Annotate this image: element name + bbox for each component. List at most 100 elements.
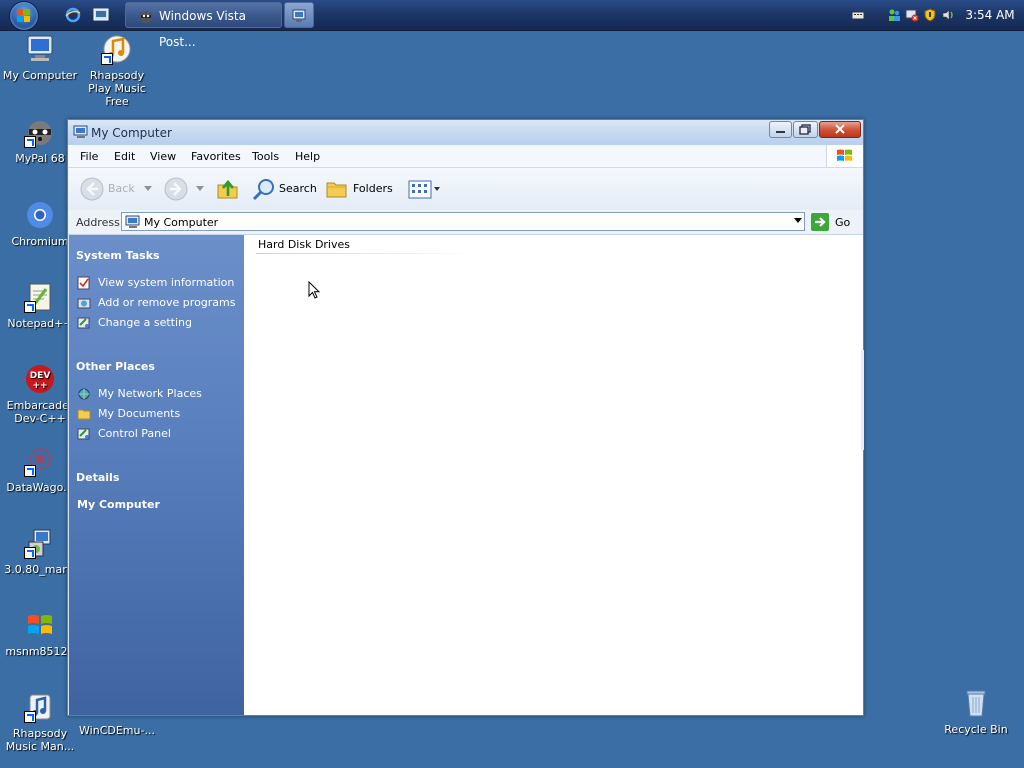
system-info-icon (77, 276, 90, 290)
menu-bar: File Edit View Favorites Tools Help (68, 145, 863, 168)
restore-icon (799, 124, 811, 135)
desktop-icon-label: DataWago... (6, 481, 74, 494)
taskbar: Windows Vista Post... 3:54 AM (0, 0, 1024, 49)
go-arrow-icon (811, 213, 829, 231)
internet-explorer-icon[interactable] (65, 7, 81, 23)
task-pane: System Tasks View system information Add… (69, 235, 244, 715)
chevron-down-icon (144, 186, 152, 191)
menu-view[interactable]: View (150, 150, 176, 163)
other-places-header[interactable]: Other Places (76, 360, 155, 373)
minimize-icon (776, 131, 785, 133)
svg-text:++: ++ (32, 381, 47, 391)
windows-flag-icon (837, 149, 852, 161)
svg-text:DEV: DEV (30, 371, 51, 381)
window-titlebar[interactable]: My Computer (68, 120, 863, 145)
recycle-bin-icon (966, 690, 986, 717)
desktop-icon-rhapsody-play[interactable]: Rhapsody Play Music Free (77, 33, 157, 108)
chevron-down-icon (196, 186, 204, 191)
computer-icon (73, 125, 88, 138)
group-heading-hard-disk-drives: Hard Disk Drives (258, 238, 351, 251)
link-label: My Network Places (98, 387, 202, 400)
restore-button[interactable] (793, 121, 818, 138)
taskbar-button-label: Windows Vista Post... (159, 9, 246, 49)
folder-icon (77, 409, 91, 420)
desktop-icon-label: Recycle Bin (944, 723, 1008, 736)
toolbar: Back Search Folders (68, 168, 863, 211)
views-button[interactable] (408, 176, 442, 202)
folder-icon (326, 182, 347, 198)
details-subtitle: My Computer (77, 498, 160, 511)
back-arrow-icon (80, 177, 104, 201)
control-panel-icon (77, 317, 90, 329)
link-label: Control Panel (98, 427, 171, 440)
chromium-icon (27, 202, 53, 228)
forward-arrow-icon (164, 177, 188, 201)
go-button[interactable]: Go (811, 213, 859, 231)
show-desktop-icon[interactable] (93, 7, 109, 23)
folders-button[interactable]: Folders (325, 176, 397, 202)
taskbar-button-my-computer[interactable] (284, 2, 314, 28)
explorer-window: My Computer File Edit View Favorites Too… (67, 119, 864, 716)
volume-icon[interactable] (941, 8, 955, 22)
close-button[interactable] (819, 121, 861, 138)
desktop-icon-label: WinCDEmu-... (79, 724, 155, 737)
desktop-icon-my-computer[interactable]: My Computer (0, 33, 80, 82)
windows-flag-icon (17, 9, 30, 22)
dev-cpp-icon: DEV ++ (26, 365, 54, 393)
address-label: Address (76, 216, 120, 229)
search-icon (252, 179, 274, 201)
taskbar-clock[interactable]: 3:54 AM (962, 0, 1018, 30)
security-shield-icon[interactable] (923, 8, 937, 22)
computer-icon (125, 215, 140, 228)
desktop-icon-label: Notepad++ (7, 317, 73, 330)
address-bar: Address My Computer Go (68, 210, 863, 235)
network-error-icon[interactable] (905, 8, 919, 22)
link-label: View system information (98, 276, 235, 289)
address-dropdown-icon[interactable] (794, 218, 802, 223)
menu-help[interactable]: Help (295, 150, 320, 163)
menu-file[interactable]: File (80, 150, 98, 163)
desktop-icon-label: msnm85123 (5, 645, 75, 658)
menu-favorites[interactable]: Favorites (191, 150, 241, 163)
minimize-button[interactable] (769, 121, 792, 138)
desktop-icon-label: Rhapsody Music Man... (5, 727, 75, 753)
menu-tools[interactable]: Tools (252, 150, 279, 163)
close-icon (835, 124, 845, 134)
windows-logo (826, 145, 863, 167)
windows-flag-icon (28, 615, 52, 634)
menu-edit[interactable]: Edit (114, 150, 135, 163)
desktop-icon-label: 3.0.80_many (4, 563, 76, 576)
taskbar-button-vista-post[interactable]: Windows Vista Post... (125, 2, 282, 49)
window-title: My Computer (91, 126, 172, 140)
raccoon-browser-icon (140, 11, 152, 23)
start-button[interactable] (9, 1, 39, 31)
desktop-icon-wincdemu[interactable]: WinCDEmu-... (77, 724, 157, 737)
desktop-icon-recycle-bin[interactable]: Recycle Bin (936, 687, 1016, 736)
users-icon[interactable] (887, 8, 901, 22)
forward-button[interactable] (164, 176, 208, 202)
shortcut-arrow-icon (24, 465, 36, 477)
back-label: Back (108, 182, 135, 195)
add-remove-programs-icon (77, 298, 91, 309)
system-tasks-header[interactable]: System Tasks (76, 249, 160, 262)
link-label: My Documents (98, 407, 181, 420)
search-button[interactable]: Search (252, 176, 318, 202)
desktop-icon-label: Embarcader Dev-C++ (6, 399, 74, 425)
mouse-cursor-icon (308, 281, 321, 299)
network-places-icon (78, 388, 90, 400)
details-header[interactable]: Details (76, 471, 119, 484)
address-input[interactable]: My Computer (121, 212, 805, 231)
up-folder-button[interactable] (216, 176, 240, 202)
desktop-icon-label: Rhapsody Play Music Free (88, 69, 146, 108)
window-edge (861, 350, 864, 450)
shortcut-arrow-icon (101, 53, 113, 65)
back-button[interactable]: Back (80, 176, 160, 202)
shortcut-arrow-icon (24, 711, 36, 723)
keyboard-icon[interactable] (851, 8, 865, 22)
link-label: Add or remove programs (98, 296, 236, 309)
control-panel-icon (77, 428, 90, 440)
content-pane[interactable]: Hard Disk Drives (244, 235, 863, 715)
desktop-icon-label: My Computer (2, 69, 78, 82)
go-label: Go (835, 216, 851, 229)
search-label: Search (279, 182, 317, 195)
